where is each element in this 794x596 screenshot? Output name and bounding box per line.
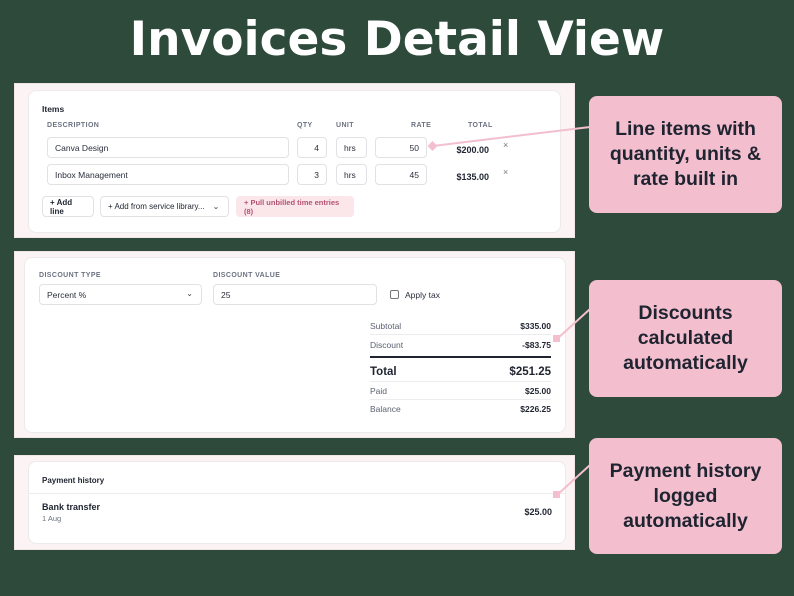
- callout-payments-text: Payment history logged automatically: [609, 459, 762, 532]
- callout-discounts-text: Discounts calculated automatically: [623, 302, 748, 374]
- callout-line-items: Line items with quantity, units & rate b…: [589, 96, 782, 213]
- connector-dot-payments: [553, 491, 560, 498]
- callout-discounts: Discounts calculated automatically: [589, 280, 782, 397]
- callout-payments: Payment history logged automatically: [589, 438, 782, 554]
- connector-line-payments: [556, 464, 591, 496]
- connector-line-discounts: [556, 308, 591, 340]
- connector-dot-items: [427, 141, 438, 151]
- connector-line-items: [432, 126, 591, 147]
- connector-dot-discounts: [553, 335, 560, 342]
- callout-line-items-text: Line items with quantity, units & rate b…: [609, 118, 762, 190]
